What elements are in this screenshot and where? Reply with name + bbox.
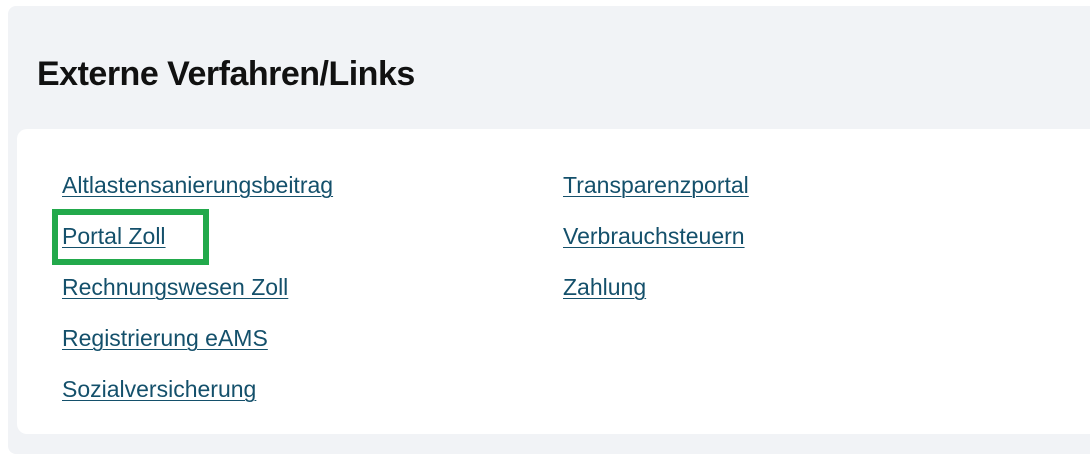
list-item: Verbrauchsteuern xyxy=(563,216,749,267)
list-item: Rechnungswesen Zoll xyxy=(62,267,333,318)
panel-title: Externe Verfahren/Links xyxy=(37,55,415,93)
link-altlastensanierungsbeitrag[interactable]: Altlastensanierungsbeitrag xyxy=(62,172,333,198)
link-verbrauchsteuern[interactable]: Verbrauchsteuern xyxy=(563,223,745,249)
link-transparenzportal[interactable]: Transparenzportal xyxy=(563,172,749,198)
links-card: Altlastensanierungsbeitrag Portal Zoll R… xyxy=(17,129,1090,434)
list-item: Altlastensanierungsbeitrag xyxy=(62,165,333,216)
link-registrierung-eams[interactable]: Registrierung eAMS xyxy=(62,325,268,351)
link-sozialversicherung[interactable]: Sozialversicherung xyxy=(62,376,256,402)
list-item: Zahlung xyxy=(563,267,749,318)
list-item: Registrierung eAMS xyxy=(62,318,333,369)
link-portal-zoll[interactable]: Portal Zoll xyxy=(62,223,166,249)
list-item: Portal Zoll xyxy=(62,216,333,267)
links-column-left: Altlastensanierungsbeitrag Portal Zoll R… xyxy=(62,165,333,420)
links-column-right: Transparenzportal Verbrauchsteuern Zahlu… xyxy=(563,165,749,318)
link-zahlung[interactable]: Zahlung xyxy=(563,274,646,300)
list-item: Transparenzportal xyxy=(563,165,749,216)
list-item: Sozialversicherung xyxy=(62,369,333,420)
link-rechnungswesen-zoll[interactable]: Rechnungswesen Zoll xyxy=(62,274,288,300)
